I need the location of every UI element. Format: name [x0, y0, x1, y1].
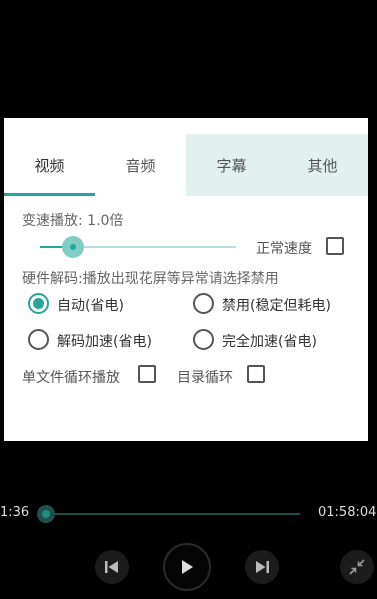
single-loop-label: 单文件循环播放	[22, 370, 120, 386]
radio-decode-accel[interactable]	[28, 329, 49, 350]
radio-decode-accel-label: 解码加速(省电)	[57, 334, 152, 350]
radio-disable-label: 禁用(稳定但耗电)	[222, 298, 331, 314]
radio-full-accel[interactable]	[193, 329, 214, 350]
tab-audio[interactable]: 音频	[95, 134, 186, 196]
play-button[interactable]	[163, 543, 211, 591]
settings-dialog: 视频 音频 字幕 其他 变速播放: 1.0倍 正常速度 硬件解码:播放出现花屏等…	[4, 118, 368, 441]
tab-other-label: 其他	[307, 156, 338, 175]
tab-subtitle[interactable]: 字幕	[186, 134, 277, 196]
tab-subtitle-label: 字幕	[216, 156, 247, 175]
normal-speed-checkbox[interactable]	[326, 237, 344, 255]
tab-audio-label: 音频	[125, 156, 156, 175]
seek-thumb[interactable]	[37, 505, 55, 523]
hw-decode-label: 硬件解码:播放出现花屏等异常请选择禁用	[22, 271, 279, 287]
radio-auto-label: 自动(省电)	[57, 298, 124, 314]
tab-video-label: 视频	[34, 156, 65, 175]
tab-bar: 视频 音频 字幕 其他	[4, 134, 368, 196]
exit-fullscreen-icon	[349, 559, 365, 575]
play-icon	[182, 560, 193, 574]
speed-label: 变速播放: 1.0倍	[22, 213, 124, 229]
speed-slider-thumb[interactable]	[61, 236, 84, 258]
skip-next-icon	[256, 561, 269, 573]
tab-video[interactable]: 视频	[4, 134, 95, 196]
radio-auto[interactable]	[28, 293, 49, 314]
dir-loop-checkbox[interactable]	[247, 365, 265, 383]
radio-disable[interactable]	[193, 293, 214, 314]
normal-speed-label: 正常速度	[256, 241, 312, 257]
previous-button[interactable]	[95, 550, 129, 584]
current-time: 1:36	[0, 505, 30, 520]
seek-bar[interactable]	[46, 513, 300, 515]
skip-previous-icon	[105, 561, 118, 573]
next-button[interactable]	[245, 550, 279, 584]
tab-other[interactable]: 其他	[277, 134, 368, 196]
radio-full-accel-label: 完全加速(省电)	[222, 334, 317, 350]
total-time: 01:58:04	[318, 505, 377, 520]
dir-loop-label: 目录循环	[177, 370, 233, 386]
single-loop-checkbox[interactable]	[138, 365, 156, 383]
exit-fullscreen-button[interactable]	[340, 550, 374, 584]
